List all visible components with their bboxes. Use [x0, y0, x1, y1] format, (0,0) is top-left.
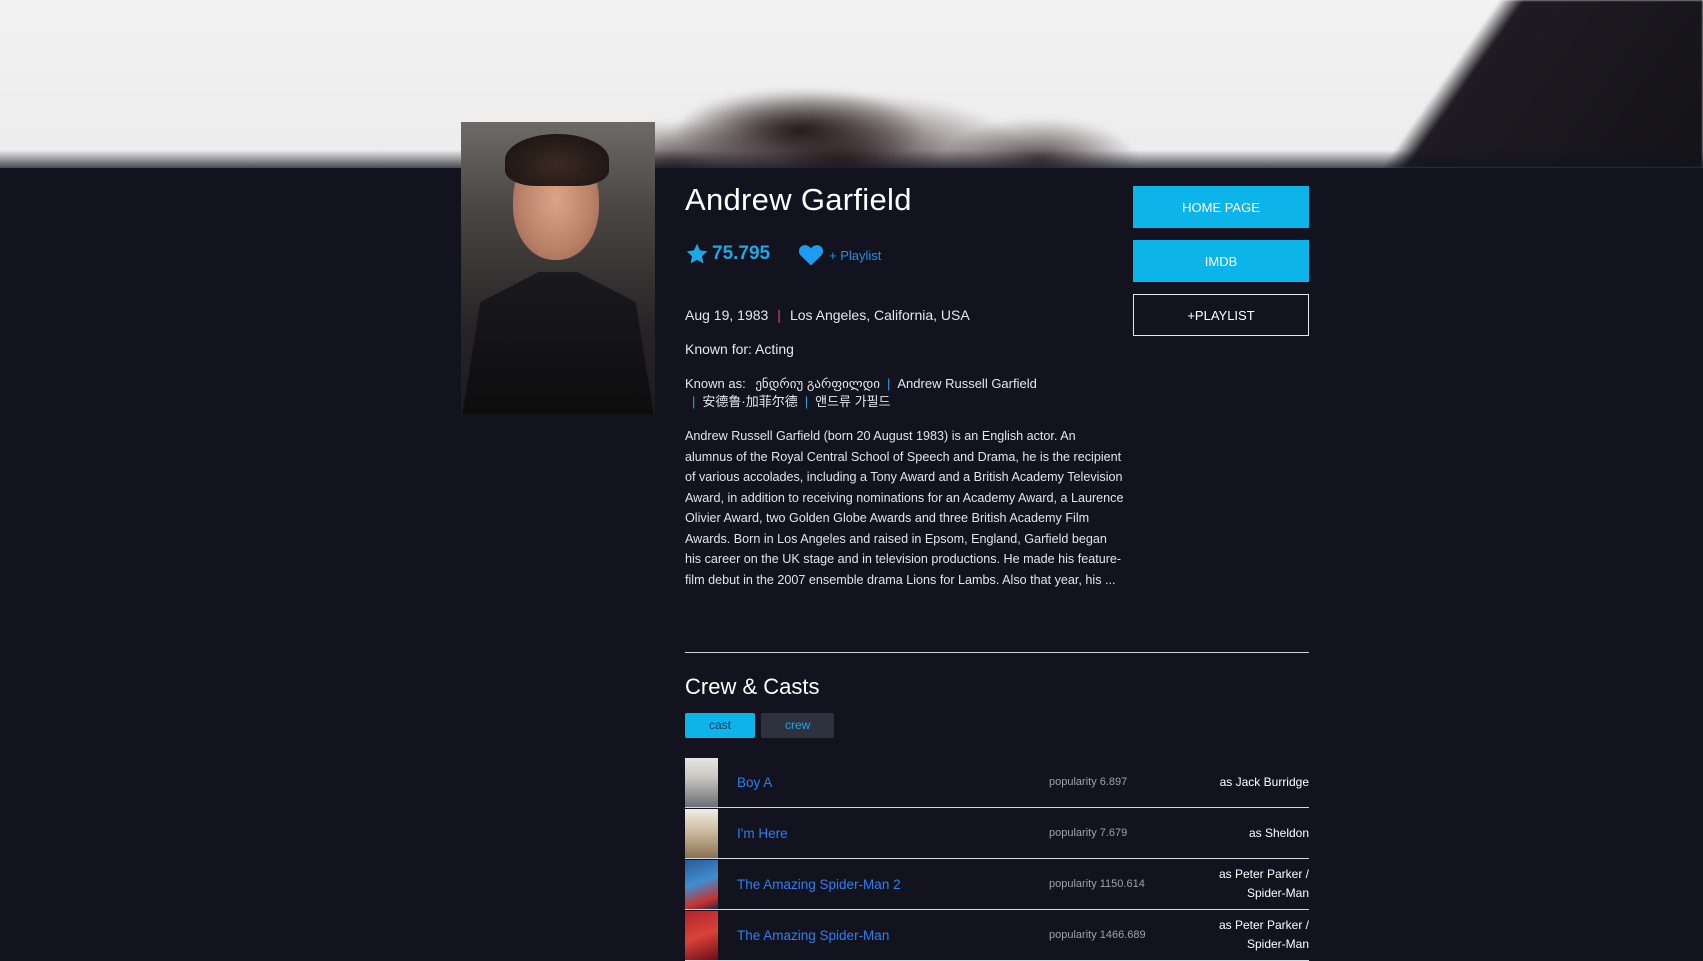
profile-photo	[461, 122, 655, 414]
person-name: Andrew Garfield	[685, 182, 912, 217]
add-playlist-button[interactable]: +PLAYLIST	[1133, 294, 1309, 336]
rating-score: 75.795	[712, 243, 771, 264]
section-title: Crew & Casts	[685, 674, 820, 699]
known-as: Known as: ენდრიუ გარფილდი | Andrew Russell…	[685, 375, 1085, 411]
heart-icon[interactable]	[798, 243, 824, 267]
birth-info: Aug 19, 1983 | Los Angeles, California, …	[685, 307, 970, 323]
separator: |	[804, 394, 809, 409]
list-item: The Amazing Spider-Man popularity 1466.6…	[685, 910, 1309, 961]
popularity: popularity 6.897	[1049, 776, 1128, 788]
movie-poster[interactable]	[685, 859, 718, 909]
alias: 앤드류 가필드	[815, 394, 891, 409]
known-for: Known for: Acting	[685, 341, 794, 357]
popularity: popularity 1466.689	[1049, 929, 1146, 941]
movie-title-link[interactable]: The Amazing Spider-Man	[737, 928, 889, 943]
character-role: as Sheldon	[1248, 825, 1309, 840]
alias: ენდრიუ გარფილდი	[755, 376, 880, 391]
birthplace: Los Angeles, California, USA	[789, 307, 970, 323]
backdrop-banner	[0, 0, 1703, 168]
character-role: as Peter Parker / Spider-Man	[1218, 867, 1309, 900]
popularity: popularity 1150.614	[1049, 878, 1145, 890]
divider	[685, 652, 1309, 653]
list-item: The Amazing Spider-Man 2 popularity 1150…	[685, 859, 1309, 910]
separator: |	[692, 394, 696, 409]
biography: Andrew Russell Garfield (born 20 August …	[685, 429, 1124, 587]
add-to-playlist-label[interactable]: + Playlist	[829, 248, 881, 263]
known-as-label: Known as:	[685, 376, 746, 391]
birthday: Aug 19, 1983	[685, 307, 769, 323]
separator: |	[887, 376, 891, 391]
alias: Andrew Russell Garfield	[897, 376, 1037, 391]
movie-title-link[interactable]: Boy A	[737, 775, 772, 790]
action-buttons: HOME PAGE IMDB +PLAYLIST	[1133, 186, 1309, 348]
home-page-button[interactable]: HOME PAGE	[1133, 186, 1309, 228]
credit-tabs: cast crew	[685, 713, 840, 738]
tab-crew[interactable]: crew	[761, 713, 835, 738]
list-item: Boy A popularity 6.897 as Jack Burridge	[685, 757, 1309, 808]
character-role: as Peter Parker / Spider-Man	[1218, 918, 1309, 951]
movie-poster[interactable]	[685, 808, 718, 858]
cast-list: Boy A popularity 6.897 as Jack Burridge …	[685, 757, 1309, 961]
imdb-button[interactable]: IMDB	[1133, 240, 1309, 282]
tab-cast[interactable]: cast	[685, 713, 756, 738]
movie-poster[interactable]	[685, 757, 718, 807]
rating: 75.795	[685, 242, 770, 266]
star-icon	[686, 243, 708, 264]
list-item: I'm Here popularity 7.679 as Sheldon	[685, 808, 1309, 859]
separator: |	[777, 307, 781, 323]
character-role: as Jack Burridge	[1219, 774, 1309, 789]
popularity: popularity 7.679	[1049, 827, 1128, 839]
movie-poster[interactable]	[685, 910, 718, 960]
add-to-playlist-link[interactable]: + Playlist	[798, 243, 881, 267]
alias: 安德鲁·加菲尔德	[702, 394, 798, 409]
movie-title-link[interactable]: I'm Here	[737, 826, 788, 841]
movie-title-link[interactable]: The Amazing Spider-Man 2	[737, 877, 901, 892]
